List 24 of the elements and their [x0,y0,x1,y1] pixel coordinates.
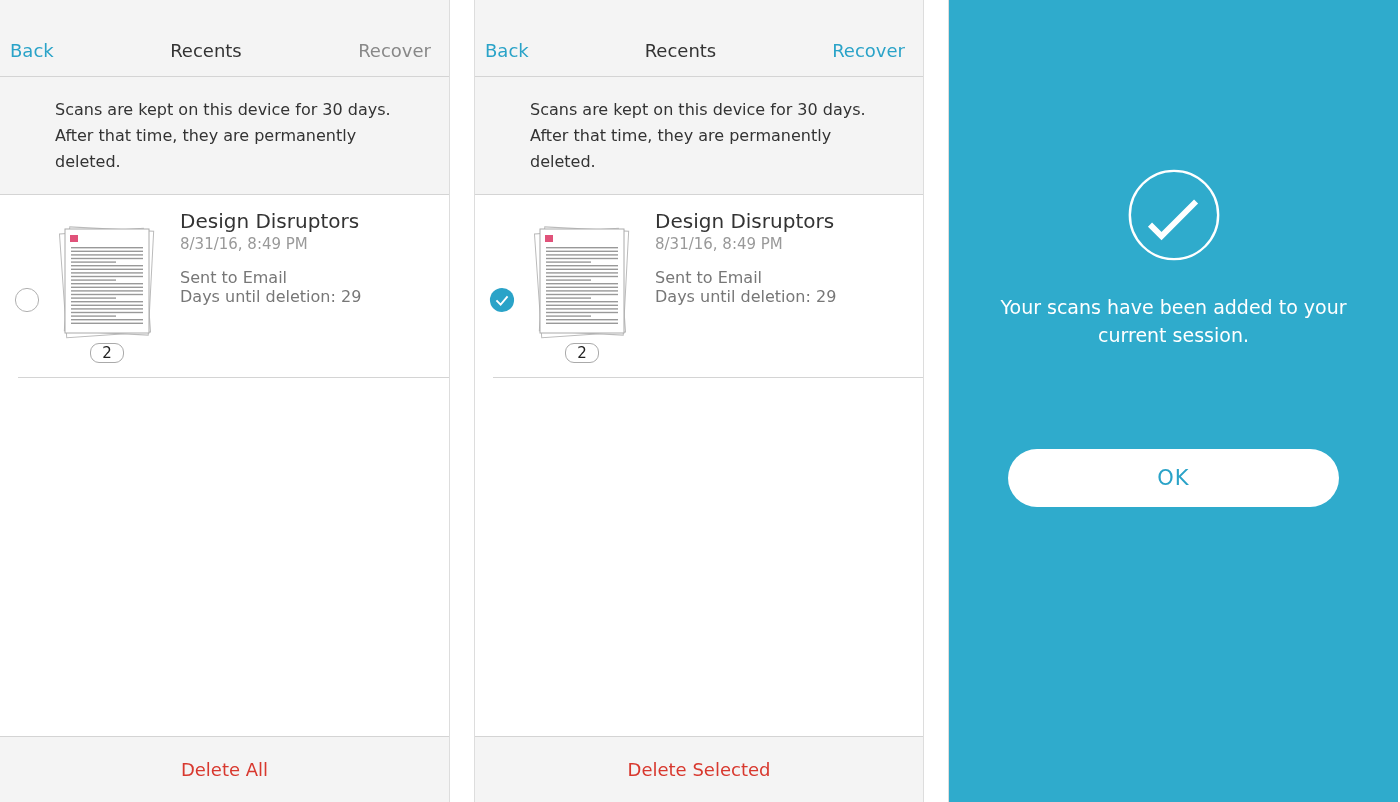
delete-button[interactable]: Delete Selected [627,759,771,780]
screen-title: Recents [170,39,242,61]
deletion-countdown: Days until deletion: 29 [180,287,362,306]
recover-link[interactable]: Recover [358,39,431,61]
back-link[interactable]: Back [485,39,529,61]
scan-date: 8/31/16, 8:49 PM [180,235,309,253]
ok-button[interactable]: OK [1008,449,1339,507]
empty-radio-icon[interactable] [14,287,40,313]
page-count-badge: 2 [90,343,124,363]
scan-date: 8/31/16, 8:49 PM [655,235,784,253]
screen-title: Recents [644,39,717,61]
scan-title: Design Disruptors [180,209,361,233]
delete-button[interactable]: Delete All [180,759,269,780]
scan-title: Design Disruptors [655,209,836,233]
recover-link[interactable]: Recover [832,39,905,61]
scan-status: Sent to Email [180,268,289,287]
back-link[interactable]: Back [10,39,54,61]
page-count-badge: 2 [565,343,599,363]
scan-status: Sent to Email [655,268,764,287]
notice-text: Scans are kept on this device for 30 days. After that time, they are permanently deleted. [55,99,392,173]
checked-radio-icon[interactable] [489,287,515,313]
confirmation-message: Your scans have been added to your current session. [999,295,1348,348]
deletion-countdown: Days until deletion: 29 [655,287,837,306]
notice-text: Scans are kept on this device for 30 days. After that time, they are permanently deleted. [530,99,867,173]
